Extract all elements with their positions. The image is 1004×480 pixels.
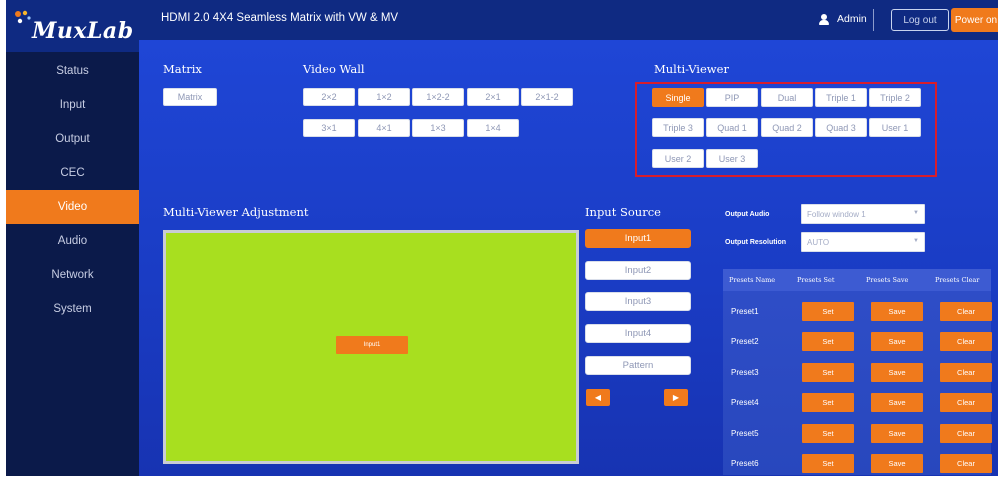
output-audio-label: Output Audio xyxy=(725,211,770,218)
logout-button[interactable]: Log out xyxy=(891,9,949,31)
video-wall-label: Video Wall xyxy=(303,62,365,76)
multi-viewer-triple-2-button[interactable]: Triple 2 xyxy=(869,88,921,107)
page-title: HDMI 2.0 4X4 Seamless Matrix with VW & M… xyxy=(161,12,399,24)
column-header: Presets Save xyxy=(866,276,909,284)
preset-3-set-button[interactable]: Set xyxy=(802,363,854,382)
input-source-pattern-button[interactable]: Pattern xyxy=(585,356,691,375)
presets-table: Presets Name Presets Set Presets Save Pr… xyxy=(723,269,992,475)
multi-viewer-canvas[interactable]: Input1 xyxy=(163,230,579,464)
prev-arrow-button[interactable]: ◀ xyxy=(586,389,610,406)
input-source-input1-button[interactable]: Input1 xyxy=(585,229,691,248)
sidebar-nav: Status Input Output CEC Video Audio Network Sys… xyxy=(6,54,139,326)
preset-6-save-button[interactable]: Save xyxy=(871,454,923,473)
preset-5-set-button[interactable]: Set xyxy=(802,424,854,443)
sidebar: MuxLab Status Input Output CEC Video Audio Net… xyxy=(6,0,139,476)
video-wall-1-2-2-button[interactable]: 1×2-2 xyxy=(412,88,464,106)
window-input1[interactable]: Input1 xyxy=(336,336,408,354)
preset-2-clear-button[interactable]: Clear xyxy=(940,332,992,351)
preset-3-save-button[interactable]: Save xyxy=(871,363,923,382)
main-content: Matrix Matrix Video Wall 2×2 1×2 1×2-2 2×1 2… xyxy=(139,40,998,476)
sidebar-item-audio[interactable]: Audio xyxy=(6,224,139,258)
logo: MuxLab xyxy=(6,0,139,52)
video-wall-4-1-button[interactable]: 4×1 xyxy=(358,119,410,137)
preset-3-clear-button[interactable]: Clear xyxy=(940,363,992,382)
multi-viewer-quad-2-button[interactable]: Quad 2 xyxy=(761,118,813,137)
input-source-input4-button[interactable]: Input4 xyxy=(585,324,691,343)
input-source-input2-button[interactable]: Input2 xyxy=(585,261,691,280)
input-source-label: Input Source xyxy=(585,205,661,219)
column-header: Presets Clear xyxy=(935,276,980,284)
preset-4-clear-button[interactable]: Clear xyxy=(940,393,992,412)
sidebar-item-output[interactable]: Output xyxy=(6,122,139,156)
multi-viewer-pip-button[interactable]: PIP xyxy=(706,88,758,107)
user-icon xyxy=(819,14,829,25)
username: Admin xyxy=(837,13,867,25)
preset-5-clear-button[interactable]: Clear xyxy=(940,424,992,443)
video-wall-3-1-button[interactable]: 3×1 xyxy=(303,119,355,137)
chevron-down-icon: ▼ xyxy=(913,210,919,216)
top-header: HDMI 2.0 4X4 Seamless Matrix with VW & M… xyxy=(139,0,998,40)
matrix-button[interactable]: Matrix xyxy=(163,88,217,106)
preset-2-set-button[interactable]: Set xyxy=(802,332,854,351)
video-wall-1-3-button[interactable]: 1×3 xyxy=(412,119,464,137)
header-divider xyxy=(873,9,874,31)
chevron-down-icon: ▼ xyxy=(913,238,919,244)
sidebar-item-video[interactable]: Video xyxy=(6,190,139,224)
video-wall-1-2-button[interactable]: 1×2 xyxy=(358,88,410,106)
input-source-input3-button[interactable]: Input3 xyxy=(585,292,691,311)
video-wall-1-4-button[interactable]: 1×4 xyxy=(467,119,519,137)
output-resolution-value: AUTO xyxy=(807,237,830,247)
multi-viewer-user-2-button[interactable]: User 2 xyxy=(652,149,704,168)
column-header: Presets Name xyxy=(729,276,776,284)
preset-name: Preset1 xyxy=(731,307,759,316)
sidebar-item-status[interactable]: Status xyxy=(6,54,139,88)
video-wall-2-1-2-button[interactable]: 2×1-2 xyxy=(521,88,573,106)
sidebar-item-network[interactable]: Network xyxy=(6,258,139,292)
output-audio-select[interactable]: Follow window 1 ▼ xyxy=(801,204,925,224)
matrix-label: Matrix xyxy=(163,62,202,76)
preset-1-set-button[interactable]: Set xyxy=(802,302,854,321)
column-header: Presets Set xyxy=(797,276,835,284)
sidebar-item-system[interactable]: System xyxy=(6,292,139,326)
preset-name: Preset3 xyxy=(731,368,759,377)
brand-name: MuxLab xyxy=(32,18,134,44)
multi-viewer-quad-3-button[interactable]: Quad 3 xyxy=(815,118,867,137)
video-wall-2-1-button[interactable]: 2×1 xyxy=(467,88,519,106)
preset-4-set-button[interactable]: Set xyxy=(802,393,854,412)
preset-name: Preset6 xyxy=(731,459,759,468)
next-arrow-button[interactable]: ▶ xyxy=(664,389,688,406)
multi-viewer-label: Multi-Viewer xyxy=(654,62,729,76)
multi-viewer-dual-button[interactable]: Dual xyxy=(761,88,813,107)
output-resolution-select[interactable]: AUTO ▼ xyxy=(801,232,925,252)
presets-header-row: Presets Name Presets Set Presets Save Pr… xyxy=(723,269,991,291)
sidebar-item-cec[interactable]: CEC xyxy=(6,156,139,190)
multi-viewer-quad-1-button[interactable]: Quad 1 xyxy=(706,118,758,137)
multi-viewer-user-1-button[interactable]: User 1 xyxy=(869,118,921,137)
output-audio-value: Follow window 1 xyxy=(807,209,866,219)
power-on-button[interactable]: Power on xyxy=(951,8,998,32)
multi-viewer-single-button[interactable]: Single xyxy=(652,88,704,107)
video-wall-2-2-button[interactable]: 2×2 xyxy=(303,88,355,106)
preset-name: Preset4 xyxy=(731,398,759,407)
preset-4-save-button[interactable]: Save xyxy=(871,393,923,412)
preset-1-save-button[interactable]: Save xyxy=(871,302,923,321)
multi-viewer-triple-3-button[interactable]: Triple 3 xyxy=(652,118,704,137)
preset-6-set-button[interactable]: Set xyxy=(802,454,854,473)
preset-6-clear-button[interactable]: Clear xyxy=(940,454,992,473)
preset-5-save-button[interactable]: Save xyxy=(871,424,923,443)
multi-viewer-user-3-button[interactable]: User 3 xyxy=(706,149,758,168)
multi-viewer-triple-1-button[interactable]: Triple 1 xyxy=(815,88,867,107)
output-resolution-label: Output Resolution xyxy=(725,239,787,246)
preset-name: Preset2 xyxy=(731,337,759,346)
sidebar-item-input[interactable]: Input xyxy=(6,88,139,122)
preset-name: Preset5 xyxy=(731,429,759,438)
preset-2-save-button[interactable]: Save xyxy=(871,332,923,351)
adjustment-label: Multi-Viewer Adjustment xyxy=(163,205,309,219)
preset-1-clear-button[interactable]: Clear xyxy=(940,302,992,321)
app-frame: MuxLab Status Input Output CEC Video Audio Net… xyxy=(6,0,998,476)
